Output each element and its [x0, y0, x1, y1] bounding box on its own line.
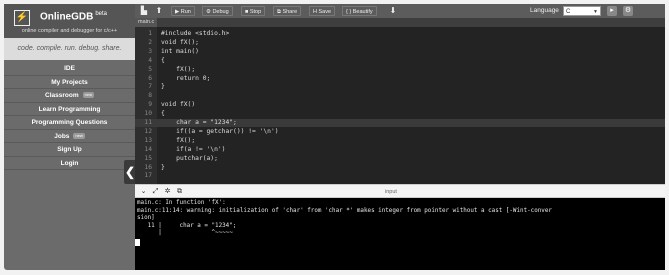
settings-icon[interactable]: ✲ — [163, 187, 172, 197]
code-text[interactable]: { — [161, 110, 165, 118]
line-number: 13 — [144, 136, 152, 144]
code-line[interactable]: 15 putchar(a); — [135, 155, 665, 163]
line-number: 8 — [148, 92, 152, 100]
code-text[interactable]: return 0; — [161, 75, 210, 83]
code-text[interactable]: if((a = getchar()) != '\n') — [161, 128, 278, 136]
line-number: 16 — [144, 163, 152, 171]
io-toolbar: ⌄ ⤢ ✲ ⧉ input — [135, 184, 665, 198]
sidebar-item-classroom[interactable]: Classroom new — [4, 89, 135, 103]
sidebar-item-programming-questions[interactable]: Programming Questions — [4, 116, 135, 130]
code-line[interactable]: 1 #include <stdio.h> — [135, 30, 665, 38]
sidebar: ⚡ OnlineGDB beta online compiler and debu… — [4, 4, 135, 270]
code-text[interactable]: } — [161, 164, 165, 172]
save-button[interactable]: H Save — [309, 6, 336, 16]
line-number: 1 — [148, 30, 152, 37]
code-line[interactable]: 9 void fX() — [135, 101, 665, 109]
line-number: 3 — [148, 47, 152, 55]
beautify-button[interactable]: { } Beautify — [342, 6, 377, 16]
line-number: 11 — [144, 119, 152, 126]
terminal-cursor — [135, 239, 140, 246]
code-line[interactable]: 4{ — [135, 57, 665, 65]
code-line[interactable]: 14 if(a != '\n') — [135, 146, 665, 154]
sidebar-item-jobs[interactable]: Jobs new — [4, 130, 135, 143]
code-line[interactable]: 16} — [135, 164, 665, 172]
line-number: 4 — [148, 56, 152, 64]
tagline: code. compile. run. debug. share. — [4, 38, 135, 60]
sidebar-item-learn-programming[interactable]: Learn Programming — [4, 103, 135, 116]
code-text[interactable]: { — [161, 57, 165, 65]
code-line[interactable]: 17 — [135, 172, 665, 180]
line-number: 2 — [148, 38, 152, 46]
play-circle-icon[interactable]: ▸ — [607, 6, 617, 16]
sidebar-item-ide[interactable]: IDE — [4, 62, 135, 76]
file-tab-bar: main.c — [135, 18, 665, 27]
code-text[interactable]: char a = "1234"; — [161, 119, 237, 127]
code-text[interactable]: } — [161, 83, 165, 91]
sidebar-item-sign-up[interactable]: Sign Up — [4, 143, 135, 157]
logo-icon[interactable]: ⚡ — [14, 10, 30, 26]
console-line: | ^~~~~~ — [137, 230, 233, 237]
language-label: Language — [530, 7, 559, 14]
code-line[interactable]: 5 fX(); — [135, 66, 665, 74]
sidebar-nav: IDE My Projects Classroom new Learn Progr… — [4, 62, 135, 170]
expand-icon[interactable]: ⤢ — [151, 187, 160, 197]
code-line[interactable]: 13 fX(); — [135, 137, 665, 145]
sidebar-item-login[interactable]: Login — [4, 157, 135, 170]
copy-icon[interactable]: ⧉ — [175, 187, 184, 197]
brand-subtitle: online compiler and debugger for c/c++ — [21, 28, 118, 34]
console-line: main.c: In function 'fX': — [137, 200, 226, 206]
chevron-down-icon[interactable]: ⌄ — [139, 187, 148, 197]
new-badge: new — [82, 92, 94, 98]
code-text[interactable]: void fX() — [161, 101, 195, 109]
console-line: sion] — [137, 215, 155, 222]
console-line: 11 | char a = "1234"; — [137, 222, 237, 229]
new-file-icon[interactable]: ▙ — [138, 6, 150, 16]
output-console[interactable]: main.c: In function 'fX': main.c:11:14: w… — [135, 198, 665, 270]
share-button[interactable]: ⧉ Share — [273, 6, 302, 16]
line-number: 12 — [144, 127, 152, 135]
brand-header: ⚡ OnlineGDB beta online compiler and debu… — [4, 4, 135, 38]
line-number: 14 — [144, 145, 152, 153]
beta-label: beta — [95, 11, 108, 17]
code-line[interactable]: 10 { — [135, 110, 665, 118]
line-number: 6 — [148, 74, 152, 82]
code-text[interactable]: void fX(); — [161, 39, 199, 47]
code-text[interactable]: int main() — [161, 48, 199, 56]
line-number: 15 — [144, 154, 152, 162]
chevron-down-icon: ▼ — [593, 9, 598, 15]
line-number: 10 — [144, 110, 152, 118]
code-line[interactable]: 2 void fX(); — [135, 39, 665, 47]
code-line[interactable]: 3 int main() — [135, 48, 665, 56]
toolbar: ▙ ⬆ ▶ Run ⚙ Debug ■ Stop ⧉ Share H Save … — [135, 4, 665, 18]
code-line[interactable]: 11 char a = "1234"; — [135, 119, 665, 128]
code-line[interactable]: 8 — [135, 92, 665, 100]
console-line: main.c:11:14: warning: initialization of… — [137, 207, 552, 214]
download-icon[interactable]: ⬇ — [387, 6, 399, 16]
language-select[interactable]: C ▼ — [563, 6, 601, 16]
input-label[interactable]: input — [385, 187, 397, 197]
run-button[interactable]: ▶ Run — [171, 6, 195, 16]
line-number: 7 — [148, 83, 152, 91]
stop-button[interactable]: ■ Stop — [241, 6, 266, 16]
upload-icon[interactable]: ⬆ — [153, 6, 165, 16]
settings-icon[interactable]: ⚙ — [623, 6, 633, 16]
code-text[interactable]: fX(); — [161, 137, 195, 145]
code-line[interactable]: 6 return 0; — [135, 75, 665, 83]
code-text[interactable]: #include <stdio.h> — [161, 30, 229, 38]
line-number: 17 — [144, 172, 152, 180]
code-text[interactable]: fX(); — [161, 66, 195, 74]
brand-name[interactable]: OnlineGDB beta — [40, 11, 107, 22]
code-text[interactable]: putchar(a); — [161, 155, 218, 163]
tab-main-c[interactable]: main.c — [135, 18, 157, 27]
code-line[interactable]: 12 if((a = getchar()) != '\n') — [135, 128, 665, 136]
code-line[interactable]: 7} — [135, 83, 665, 91]
line-number: 9 — [148, 101, 152, 109]
code-editor[interactable]: 1 #include <stdio.h> 2 void fX(); 3 int main(… — [135, 27, 665, 184]
code-text[interactable]: if(a != '\n') — [161, 146, 225, 154]
debug-button[interactable]: ⚙ Debug — [202, 6, 233, 16]
line-number: 5 — [148, 65, 152, 73]
new-badge: new — [73, 132, 85, 139]
sidebar-item-my-projects[interactable]: My Projects — [4, 76, 135, 89]
